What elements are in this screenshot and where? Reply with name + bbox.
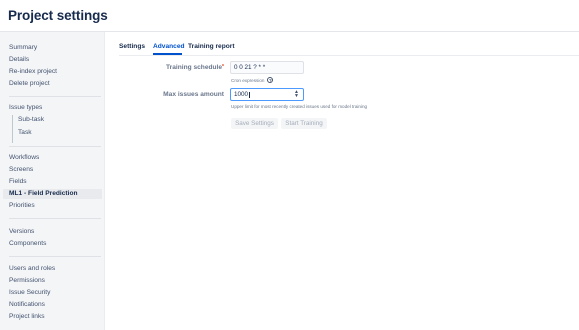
start-training-button[interactable]: Start Training	[281, 118, 327, 129]
stepper-down-icon[interactable]: ▼	[294, 94, 299, 99]
required-marker: *	[222, 64, 224, 70]
sidebar-item-task[interactable]: Task	[18, 129, 32, 136]
sidebar-divider	[9, 96, 101, 97]
training-schedule-value: 0 0 21 ? * *	[234, 64, 266, 71]
sidebar-item-ml1-field-prediction[interactable]: ML1 - Field Prediction	[9, 190, 78, 197]
help-icon[interactable]: ?	[267, 77, 274, 83]
max-issues-helper: Upper limit for most recently created is…	[231, 104, 368, 109]
tab-training-report[interactable]: Training report	[188, 43, 235, 50]
sidebar-tree-line	[12, 115, 13, 143]
training-schedule-label-text: Training schedule	[165, 64, 223, 71]
sidebar-item-re-index-project[interactable]: Re-index project	[9, 68, 57, 75]
sidebar-item-permissions[interactable]: Permissions	[9, 277, 45, 284]
sidebar-item-delete-project[interactable]: Delete project	[9, 80, 50, 87]
tab-advanced[interactable]: Advanced	[153, 43, 185, 50]
sidebar-item-summary[interactable]: Summary	[9, 44, 37, 51]
sidebar-divider	[9, 218, 101, 219]
sidebar-item-priorities[interactable]: Priorities	[9, 202, 35, 209]
sidebar: Summary Details Re-index project Delete …	[0, 32, 104, 330]
sidebar-divider	[9, 146, 101, 147]
training-schedule-helper: Cron expression ?	[231, 77, 274, 83]
page-header: Project settings	[0, 0, 579, 31]
sidebar-item-versions[interactable]: Versions	[9, 228, 34, 235]
sidebar-item-components[interactable]: Components	[9, 240, 46, 247]
save-settings-button[interactable]: Save Settings	[231, 118, 278, 129]
tab-settings[interactable]: Settings	[119, 43, 145, 50]
max-issues-input[interactable]: 1000 ▲ ▼	[230, 88, 304, 101]
tab-bar-divider	[119, 55, 579, 56]
sidebar-item-issue-types[interactable]: Issue types	[9, 104, 42, 111]
training-schedule-label: Training schedule*	[166, 64, 224, 71]
number-stepper[interactable]: ▲ ▼	[294, 90, 299, 99]
sidebar-item-notifications[interactable]: Notifications	[9, 301, 45, 308]
page-title: Project settings	[8, 8, 108, 23]
sidebar-item-screens[interactable]: Screens	[9, 166, 33, 173]
max-issues-label: Max issues amount	[163, 91, 224, 98]
sidebar-item-project-links[interactable]: Project links	[9, 313, 45, 320]
training-schedule-input[interactable]: 0 0 21 ? * *	[230, 61, 304, 74]
sidebar-item-issue-security[interactable]: Issue Security	[9, 289, 50, 296]
max-issues-value: 1000	[234, 91, 249, 98]
text-cursor	[248, 91, 250, 98]
cron-expression-helper-text: Cron expression	[231, 77, 265, 83]
sidebar-item-details[interactable]: Details	[9, 56, 29, 63]
sidebar-divider	[9, 256, 101, 257]
sidebar-item-workflows[interactable]: Workflows	[9, 154, 39, 161]
sidebar-item-users-and-roles[interactable]: Users and roles	[9, 265, 55, 272]
content-divider	[104, 32, 105, 330]
sidebar-item-fields[interactable]: Fields	[9, 178, 27, 185]
sidebar-item-sub-task[interactable]: Sub-task	[18, 116, 44, 123]
